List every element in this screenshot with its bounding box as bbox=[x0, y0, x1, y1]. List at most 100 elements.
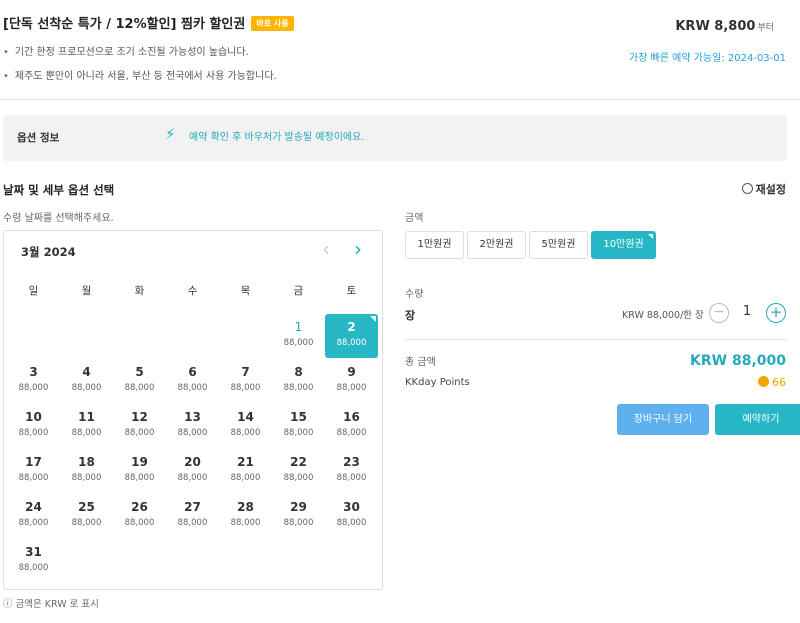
calendar-day-12[interactable]: 12 88,000 bbox=[113, 404, 166, 448]
calendar-day-22[interactable]: 22 88,000 bbox=[272, 449, 325, 493]
day-number: 8 bbox=[294, 365, 303, 379]
calendar-day-26[interactable]: 26 88,000 bbox=[113, 494, 166, 538]
calendar-day-1[interactable]: 1 88,000 bbox=[272, 314, 325, 358]
day-number: 18 bbox=[78, 455, 95, 469]
calendar-day-16[interactable]: 16 88,000 bbox=[325, 404, 378, 448]
reset-label: 재설정 bbox=[755, 183, 786, 196]
calendar-day-6[interactable]: 6 88,000 bbox=[166, 359, 219, 403]
day-number: 21 bbox=[237, 455, 254, 469]
earliest-booking-date: 가장 빠른 예약 가능일: 2024-03-01 bbox=[629, 53, 786, 64]
calendar-day-23[interactable]: 23 88,000 bbox=[325, 449, 378, 493]
day-number: 27 bbox=[184, 500, 201, 514]
day-number: 29 bbox=[290, 500, 307, 514]
book-now-button[interactable]: 예약하기 bbox=[715, 404, 800, 435]
day-number: 9 bbox=[347, 365, 356, 379]
amount-option[interactable]: 10만원권 bbox=[591, 231, 656, 259]
day-price: 88,000 bbox=[177, 473, 208, 483]
calendar-day-9[interactable]: 9 88,000 bbox=[325, 359, 378, 403]
day-price: 88,000 bbox=[124, 518, 155, 528]
product-header: [단독 선착순 특가 / 12%할인] 찜카 할인권 바로 사용 기간 한정 프로… bbox=[0, 0, 800, 100]
weekday-label: 수 bbox=[187, 285, 198, 297]
day-price: 88,000 bbox=[283, 383, 314, 393]
day-price: 88,000 bbox=[336, 338, 367, 348]
calendar-day-8[interactable]: 8 88,000 bbox=[272, 359, 325, 403]
day-number: 2 bbox=[347, 320, 356, 334]
calendar-day-7[interactable]: 7 88,000 bbox=[219, 359, 272, 403]
day-price: 88,000 bbox=[71, 473, 102, 483]
next-month-button[interactable]: › bbox=[354, 237, 362, 261]
day-price: 88,000 bbox=[124, 428, 155, 438]
day-price: 88,000 bbox=[336, 473, 367, 483]
day-number: 19 bbox=[131, 455, 148, 469]
calendar-day-4[interactable]: 4 88,000 bbox=[60, 359, 113, 403]
day-price: 88,000 bbox=[71, 428, 102, 438]
day-price: 88,000 bbox=[18, 428, 49, 438]
day-number: 31 bbox=[25, 545, 42, 559]
day-price: 88,000 bbox=[71, 518, 102, 528]
calendar-day-13[interactable]: 13 88,000 bbox=[166, 404, 219, 448]
product-title-text: [단독 선착순 특가 / 12%할인] 찜카 할인권 bbox=[3, 17, 246, 32]
day-number: 25 bbox=[78, 500, 95, 514]
day-price: 88,000 bbox=[124, 473, 155, 483]
day-price: 88,000 bbox=[230, 428, 261, 438]
option-info-label: 옵션 정보 bbox=[17, 132, 60, 144]
divider bbox=[405, 339, 787, 340]
calendar-day-28[interactable]: 28 88,000 bbox=[219, 494, 272, 538]
calendar-day-20[interactable]: 20 88,000 bbox=[166, 449, 219, 493]
total-label: 총 금액 bbox=[405, 357, 436, 368]
calendar-day-25[interactable]: 25 88,000 bbox=[60, 494, 113, 538]
section-title: 날짜 및 세부 옵션 선택 bbox=[3, 183, 115, 197]
calendar-day-17[interactable]: 17 88,000 bbox=[7, 449, 60, 493]
date-hint: 수령 날짜를 선택해주세요. bbox=[3, 213, 114, 224]
day-price: 88,000 bbox=[18, 518, 49, 528]
day-number: 3 bbox=[29, 365, 38, 379]
starting-price: KRW 8,800 부터 bbox=[675, 19, 774, 34]
day-price: 88,000 bbox=[283, 338, 314, 348]
calendar-day-27[interactable]: 27 88,000 bbox=[166, 494, 219, 538]
weekday-label: 토 bbox=[346, 285, 357, 297]
amount-option[interactable]: 5만원권 bbox=[529, 231, 588, 259]
calendar-day-18[interactable]: 18 88,000 bbox=[60, 449, 113, 493]
calendar-day-19[interactable]: 19 88,000 bbox=[113, 449, 166, 493]
weekday-header: 일월화수목금토 bbox=[4, 283, 384, 299]
day-number: 7 bbox=[241, 365, 250, 379]
calendar-day-5[interactable]: 5 88,000 bbox=[113, 359, 166, 403]
weekday-label: 일 bbox=[28, 285, 39, 297]
calendar-day-11[interactable]: 11 88,000 bbox=[60, 404, 113, 448]
calendar-day-24[interactable]: 24 88,000 bbox=[7, 494, 60, 538]
calendar-day-30[interactable]: 30 88,000 bbox=[325, 494, 378, 538]
day-price: 88,000 bbox=[336, 428, 367, 438]
day-number: 4 bbox=[82, 365, 91, 379]
calendar-day-15[interactable]: 15 88,000 bbox=[272, 404, 325, 448]
weekday-label: 금 bbox=[293, 285, 304, 297]
points-value: 66 bbox=[758, 376, 786, 389]
day-number: 28 bbox=[237, 500, 254, 514]
amount-option[interactable]: 2만원권 bbox=[467, 231, 526, 259]
day-number: 11 bbox=[78, 410, 95, 424]
weekday-label: 목 bbox=[240, 285, 251, 297]
day-price: 88,000 bbox=[18, 383, 49, 393]
calendar-day-14[interactable]: 14 88,000 bbox=[219, 404, 272, 448]
amount-label: 금액 bbox=[405, 213, 424, 224]
calendar-day-31[interactable]: 31 88,000 bbox=[7, 539, 60, 583]
day-number: 30 bbox=[343, 500, 360, 514]
add-to-cart-button[interactable]: 장바구니 담기 bbox=[617, 404, 709, 435]
prev-month-button[interactable]: ‹ bbox=[322, 237, 330, 261]
amount-option[interactable]: 1만원권 bbox=[405, 231, 464, 259]
day-price: 88,000 bbox=[336, 383, 367, 393]
calendar-day-21[interactable]: 21 88,000 bbox=[219, 449, 272, 493]
quantity-item-name: 장 bbox=[405, 309, 416, 322]
decrease-quantity-button[interactable]: − bbox=[709, 303, 729, 323]
calendar-day-10[interactable]: 10 88,000 bbox=[7, 404, 60, 448]
total-value: KRW 88,000 bbox=[690, 353, 786, 369]
day-price: 88,000 bbox=[177, 518, 208, 528]
reset-button[interactable]: 재설정 bbox=[741, 181, 786, 197]
calendar-day-29[interactable]: 29 88,000 bbox=[272, 494, 325, 538]
calendar-day-2[interactable]: 2 88,000 bbox=[325, 314, 378, 358]
day-number: 24 bbox=[25, 500, 42, 514]
calendar-day-3[interactable]: 3 88,000 bbox=[7, 359, 60, 403]
points-label: KKday Points bbox=[405, 377, 470, 388]
increase-quantity-button[interactable]: + bbox=[766, 303, 786, 323]
coin-icon bbox=[758, 376, 769, 387]
calendar: 3월 2024 ‹ › 일 월 화 수 목 금 토 1 88,000 2 88,000 3 88,00… bbox=[3, 230, 383, 590]
